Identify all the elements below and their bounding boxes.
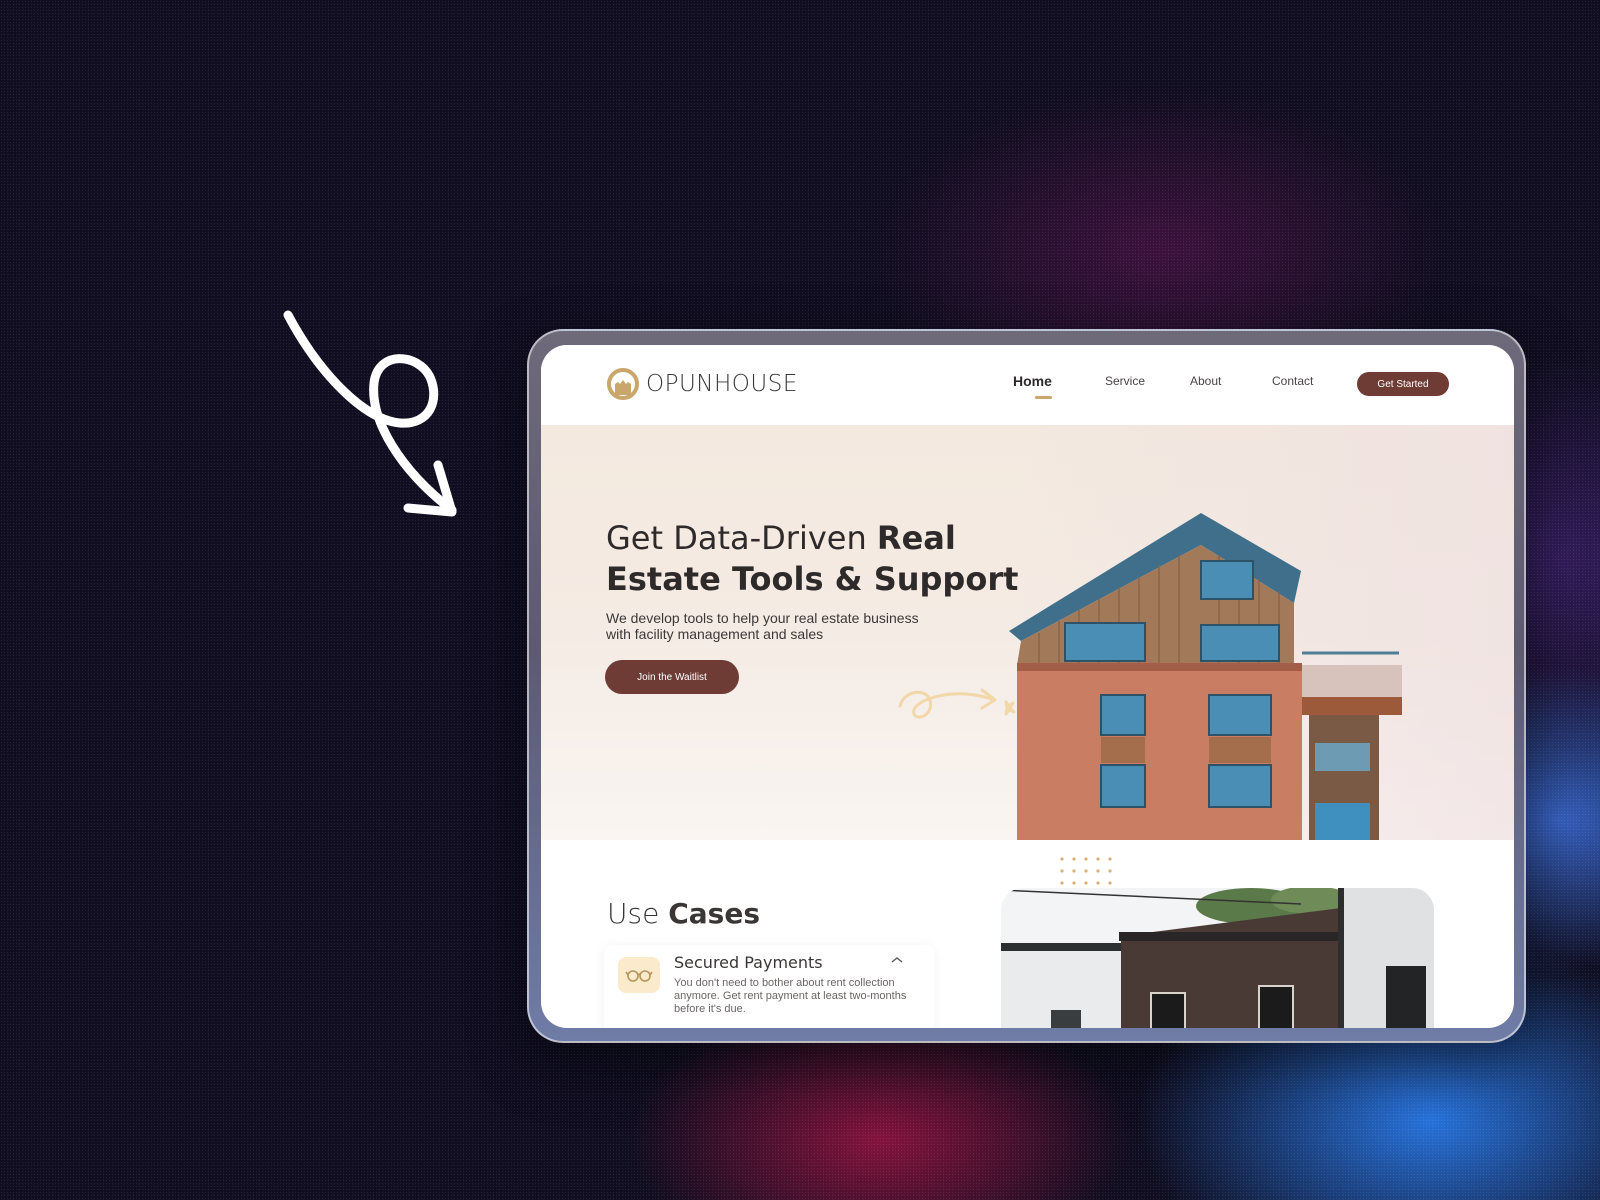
logo[interactable]: OPUNHOUSE <box>606 367 798 401</box>
nav-contact[interactable]: Contact <box>1272 374 1313 388</box>
hero-title-light: Get Data-Driven <box>606 519 877 557</box>
get-started-button[interactable]: Get Started <box>1357 372 1449 396</box>
hero-subtitle: We develop tools to help your real estat… <box>606 610 919 642</box>
hero-building-image <box>1009 513 1402 840</box>
hero-title-bold-1: Real <box>876 519 956 557</box>
use-cases-house-image <box>1001 888 1434 1028</box>
glasses-icon <box>625 970 653 982</box>
tablet-device-frame: OPUNHOUSE Home Service About Contact Get… <box>527 329 1526 1043</box>
site-header: OPUNHOUSE Home Service About Contact Get… <box>541 345 1514 425</box>
hero-title-bold-2: Estate Tools & Support <box>606 560 1019 598</box>
website-screen: OPUNHOUSE Home Service About Contact Get… <box>541 345 1514 1028</box>
hero-section: Get Data-Driven Real Estate Tools & Supp… <box>541 425 1514 840</box>
hero-title: Get Data-Driven Real Estate Tools & Supp… <box>606 518 1026 600</box>
card-title: Secured Payments <box>674 953 823 972</box>
logo-icon <box>607 368 639 400</box>
use-cases-title-light: Use <box>607 897 669 930</box>
use-cases-title: Use Cases <box>607 897 760 930</box>
nav-home[interactable]: Home <box>1013 373 1052 389</box>
use-case-card[interactable]: Secured Payments You don't need to bothe… <box>604 945 934 1028</box>
hand-drawn-arrow-icon <box>283 310 457 517</box>
join-waitlist-button[interactable]: Join the Waitlist <box>605 660 739 694</box>
card-description: You don't need to bother about rent coll… <box>674 977 907 1015</box>
card-icon-container <box>618 957 660 993</box>
nav-service[interactable]: Service <box>1105 374 1145 388</box>
doodle-arrow-icon <box>898 688 1016 719</box>
logo-text: OPUNHOUSE <box>646 371 798 397</box>
nav-active-indicator <box>1035 396 1052 399</box>
chevron-up-icon[interactable] <box>890 955 904 965</box>
use-cases-title-bold: Cases <box>668 897 760 930</box>
nav-about[interactable]: About <box>1190 374 1221 388</box>
